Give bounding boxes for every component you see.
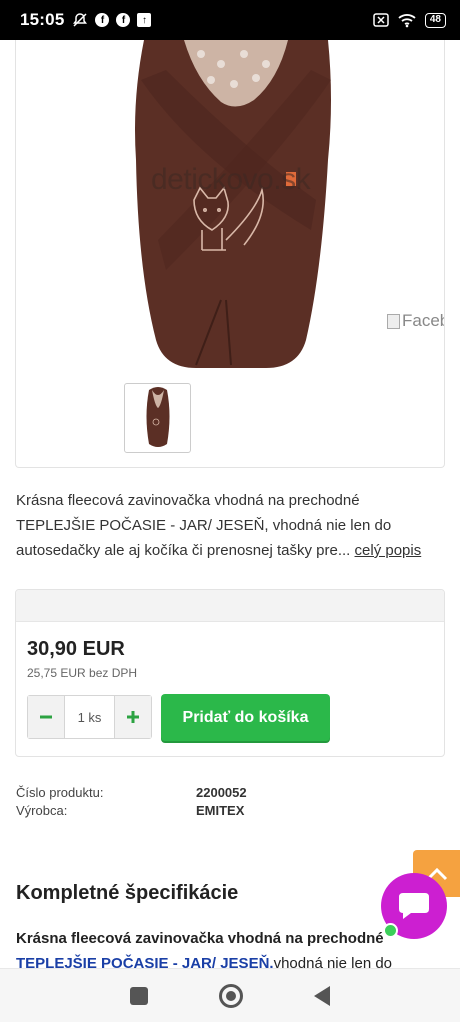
meta-value: EMITEX — [196, 803, 245, 818]
product-meta: Číslo produktu: 2200052 Výrobca: EMITEX — [16, 784, 247, 820]
quantity-increase-button[interactable] — [114, 696, 151, 738]
price-without-vat: 25,75 EUR bez DPH — [27, 666, 137, 680]
specs-text: Krásna fleecová zavinovačka vhodná na pr… — [16, 926, 436, 970]
price-net-value: 25,75 EUR — [27, 666, 86, 680]
system-nav-bar — [0, 968, 460, 1022]
quantity-unit: ks — [88, 709, 102, 725]
notifications-off-icon — [73, 13, 88, 27]
price-net-suffix: bez DPH — [89, 666, 138, 680]
description-text: Krásna fleecová zavinovačka vhodná na pr… — [16, 492, 392, 559]
meta-label: Výrobca: — [16, 803, 68, 818]
product-image[interactable] — [16, 40, 445, 380]
meta-label: Číslo produktu: — [16, 785, 104, 800]
quantity-value: 1 — [77, 709, 85, 725]
facebook-icon: f — [116, 13, 131, 27]
specs-heading: Kompletné špecifikácie — [16, 882, 239, 904]
product-description: Krásna fleecová zavinovačka vhodná na pr… — [16, 488, 436, 563]
minus-icon — [40, 715, 52, 719]
quantity-stepper: 1 ks — [27, 695, 152, 739]
status-time: 15:05 — [20, 10, 65, 29]
thumbnail-image — [146, 387, 169, 447]
product-thumbnail[interactable] — [124, 383, 191, 453]
quantity-decrease-button[interactable] — [28, 696, 65, 738]
sim-off-icon — [373, 13, 389, 27]
product-gallery: detickovo.sk Facebook — [15, 40, 445, 468]
meta-value: 2200052 — [196, 785, 247, 800]
facebook-image-broken[interactable]: Facebook — [387, 311, 444, 331]
watermark: detickovo.sk — [151, 163, 311, 196]
upload-icon: ↑ — [137, 13, 152, 27]
facebook-icon: f — [95, 13, 110, 27]
meta-row-manufacturer: Výrobca: EMITEX — [16, 802, 247, 820]
quantity-input[interactable]: 1 ks — [65, 696, 114, 738]
purchase-box-header — [16, 590, 444, 622]
battery-icon: 48 — [424, 12, 446, 28]
meta-row-product-number: Číslo produktu: 2200052 — [16, 784, 247, 802]
purchase-box: 30,90 EUR 25,75 EUR bez DPH 1 ks Pridať … — [15, 589, 445, 757]
status-bar: 15:05 f f ↑ 48 — [0, 0, 460, 40]
add-to-cart-button[interactable]: Pridať do košíka — [161, 694, 330, 741]
facebook-image-alt: Facebook — [402, 311, 444, 330]
online-status-dot — [383, 923, 398, 938]
recents-button[interactable] — [130, 986, 149, 1005]
read-more-link[interactable]: celý popis — [355, 542, 422, 559]
chat-icon — [399, 893, 429, 919]
back-button[interactable] — [313, 985, 330, 1006]
price: 30,90 EUR — [27, 638, 125, 660]
specs-text-bold: Krásna fleecová zavinovačka vhodná na pr… — [16, 930, 384, 947]
plus-icon — [127, 711, 139, 723]
home-button[interactable] — [218, 983, 243, 1008]
broken-image-icon — [387, 313, 400, 329]
wifi-icon — [398, 14, 416, 28]
